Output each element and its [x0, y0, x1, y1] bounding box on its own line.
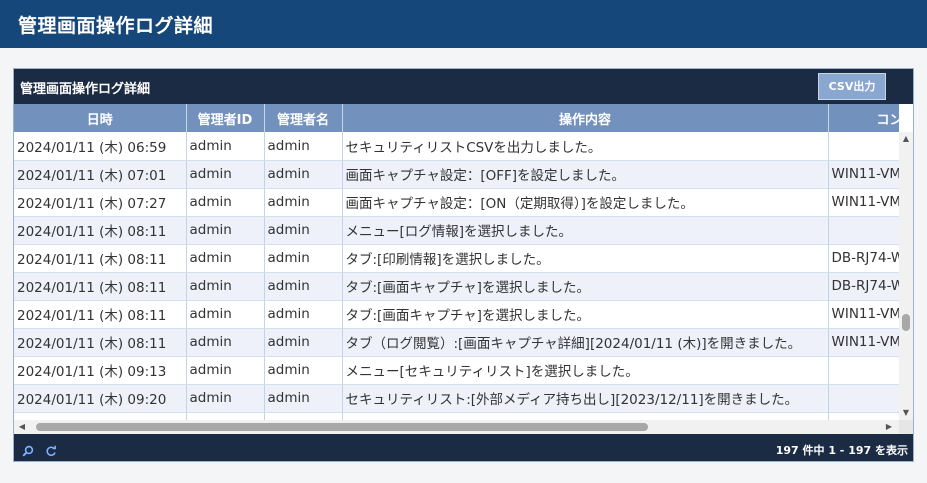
- column-header-admin-name[interactable]: 管理者名: [264, 104, 343, 132]
- table-row[interactable]: 2024/01/11 (木) 08:11 admin admin タブ:[画面キ…: [14, 300, 899, 329]
- horizontal-scroll-thumb[interactable]: [36, 423, 648, 431]
- cell-admin-name: admin: [264, 188, 343, 217]
- cell-admin-id: [186, 412, 265, 420]
- cell-admin-id: admin: [186, 160, 265, 189]
- cell-admin-name: admin: [264, 356, 343, 385]
- cell-computer: DB-RJ74-W: [828, 272, 899, 301]
- cell-computer: WIN11-VM: [828, 188, 899, 217]
- cell-computer: [828, 356, 899, 385]
- cell-admin-id: admin: [186, 300, 265, 329]
- cell-computer: [828, 216, 899, 245]
- column-header-computer[interactable]: コンピュータ名: [828, 104, 899, 132]
- cell-admin-id: admin: [186, 272, 265, 301]
- search-icon[interactable]: [22, 442, 34, 457]
- cell-admin-name: admin: [264, 160, 343, 189]
- scroll-down-arrow-icon[interactable]: ▼: [901, 408, 911, 418]
- cell-computer: WIN11-VM: [828, 160, 899, 189]
- cell-admin-id: admin: [186, 384, 265, 413]
- column-header-datetime[interactable]: 日時: [14, 104, 187, 132]
- table-row[interactable]: 2024/01/11 (木) 08:11 admin admin タブ:[印刷情…: [14, 244, 899, 273]
- log-panel: 管理画面操作ログ詳細 CSV出力 日時 管理者ID 管理者名 操作内容 コ 20…: [13, 68, 914, 462]
- cell-operation: 画面キャプチャ設定：[ON（定期取得）]を設定しました。: [342, 188, 829, 217]
- column-header-row: 日時 管理者ID 管理者名 操作内容 コンピュータ名: [14, 104, 899, 132]
- table-row[interactable]: 2024/01/11 (木) 06:59 admin admin セキュリティリ…: [14, 132, 899, 161]
- cell-computer: [828, 384, 899, 413]
- cell-operation: 画面キャプチャ設定：[OFF]を設定しました。: [342, 160, 829, 189]
- cell-admin-id: admin: [186, 244, 265, 273]
- cell-computer: DB-RJ74-W: [828, 244, 899, 273]
- vertical-scrollbar[interactable]: ▲ ▼: [899, 132, 913, 420]
- page-title: 管理画面操作ログ詳細: [0, 0, 927, 48]
- cell-admin-name: admin: [264, 272, 343, 301]
- cell-computer: WIN11-VM: [828, 328, 899, 357]
- cell-operation: [342, 412, 829, 420]
- scroll-right-arrow-icon[interactable]: ▶: [884, 422, 894, 432]
- cell-admin-name: admin: [264, 384, 343, 413]
- table-row[interactable]: 2024/01/11 (木) 09:13 admin admin メニュー[セキ…: [14, 356, 899, 385]
- log-grid: 日時 管理者ID 管理者名 操作内容 コンピュータ名 2024/01/11 (木…: [14, 104, 913, 434]
- cell-admin-id: admin: [186, 328, 265, 357]
- cell-datetime: 2024/01/11 (木) 09:13: [14, 356, 187, 385]
- cell-admin-name: admin: [264, 132, 343, 161]
- cell-operation: セキュリティリスト:[外部メディア持ち出し][2023/12/11]を開きました…: [342, 384, 829, 413]
- cell-datetime: 2024/01/11 (木) 08:11: [14, 300, 187, 329]
- log-table: 日時 管理者ID 管理者名 操作内容 コンピュータ名 2024/01/11 (木…: [14, 104, 899, 420]
- cell-datetime: [14, 412, 187, 420]
- refresh-icon[interactable]: [45, 442, 57, 456]
- cell-admin-id: admin: [186, 216, 265, 245]
- horizontal-scrollbar[interactable]: ◀ ▶: [14, 420, 899, 434]
- cell-operation: タブ:[印刷情報]を選択しました。: [342, 244, 829, 273]
- cell-computer: [828, 412, 899, 420]
- table-row[interactable]: 2024/01/11 (木) 07:27 admin admin 画面キャプチャ…: [14, 188, 899, 217]
- scroll-up-arrow-icon[interactable]: ▲: [901, 134, 911, 144]
- cell-admin-id: admin: [186, 356, 265, 385]
- table-row[interactable]: 2024/01/11 (木) 08:11 admin admin メニュー[ログ…: [14, 216, 899, 245]
- record-count-info: 197 件中 1 - 197 を表示: [775, 444, 908, 457]
- vertical-scroll-thumb[interactable]: [902, 314, 910, 331]
- cell-datetime: 2024/01/11 (木) 08:11: [14, 328, 187, 357]
- cell-operation: メニュー[ログ情報]を選択しました。: [342, 216, 829, 245]
- table-row[interactable]: 2024/01/11 (木) 08:11 admin admin タブ:[画面キ…: [14, 272, 899, 301]
- panel-titlebar: 管理画面操作ログ詳細 CSV出力: [14, 69, 913, 104]
- cell-admin-name: [264, 412, 343, 420]
- cell-admin-name: admin: [264, 328, 343, 357]
- cell-admin-name: admin: [264, 300, 343, 329]
- cell-datetime: 2024/01/11 (木) 06:59: [14, 132, 187, 161]
- cell-datetime: 2024/01/11 (木) 08:11: [14, 272, 187, 301]
- csv-export-button[interactable]: CSV出力: [818, 73, 886, 100]
- scroll-left-arrow-icon[interactable]: ◀: [17, 422, 27, 432]
- cell-datetime: 2024/01/11 (木) 08:11: [14, 244, 187, 273]
- cell-operation: セキュリティリストCSVを出力しました。: [342, 132, 829, 161]
- cell-datetime: 2024/01/11 (木) 07:27: [14, 188, 187, 217]
- cell-computer: WIN11-VM: [828, 300, 899, 329]
- cell-admin-name: admin: [264, 216, 343, 245]
- grid-viewport: 日時 管理者ID 管理者名 操作内容 コンピュータ名 2024/01/11 (木…: [14, 104, 899, 420]
- cell-operation: タブ（ログ閲覧）:[画面キャプチャ詳細][2024/01/11 (木)]を開きま…: [342, 328, 829, 357]
- cell-computer: [828, 132, 899, 161]
- panel-title: 管理画面操作ログ詳細: [20, 82, 151, 97]
- scrollbar-corner: [899, 420, 913, 434]
- table-row[interactable]: 2024/01/11 (木) 08:11 admin admin タブ（ログ閲覧…: [14, 328, 899, 357]
- cell-datetime: 2024/01/11 (木) 08:11: [14, 216, 187, 245]
- column-header-operation[interactable]: 操作内容: [342, 104, 829, 132]
- panel-footer: 197 件中 1 - 197 を表示: [14, 434, 913, 461]
- table-row[interactable]: 2024/01/11 (木) 09:20 admin admin セキュリティリ…: [14, 384, 899, 413]
- column-header-admin-id[interactable]: 管理者ID: [186, 104, 265, 132]
- cell-operation: タブ:[画面キャプチャ]を選択しました。: [342, 300, 829, 329]
- cell-datetime: 2024/01/11 (木) 07:01: [14, 160, 187, 189]
- cell-operation: メニュー[セキュリティリスト]を選択しました。: [342, 356, 829, 385]
- table-row[interactable]: [14, 412, 899, 420]
- cell-admin-id: admin: [186, 132, 265, 161]
- cell-admin-name: admin: [264, 244, 343, 273]
- page-body: 管理画面操作ログ詳細 CSV出力 日時 管理者ID 管理者名 操作内容 コ 20…: [0, 48, 927, 483]
- table-row[interactable]: 2024/01/11 (木) 07:01 admin admin 画面キャプチャ…: [14, 160, 899, 189]
- cell-operation: タブ:[画面キャプチャ]を選択しました。: [342, 272, 829, 301]
- cell-admin-id: admin: [186, 188, 265, 217]
- cell-datetime: 2024/01/11 (木) 09:20: [14, 384, 187, 413]
